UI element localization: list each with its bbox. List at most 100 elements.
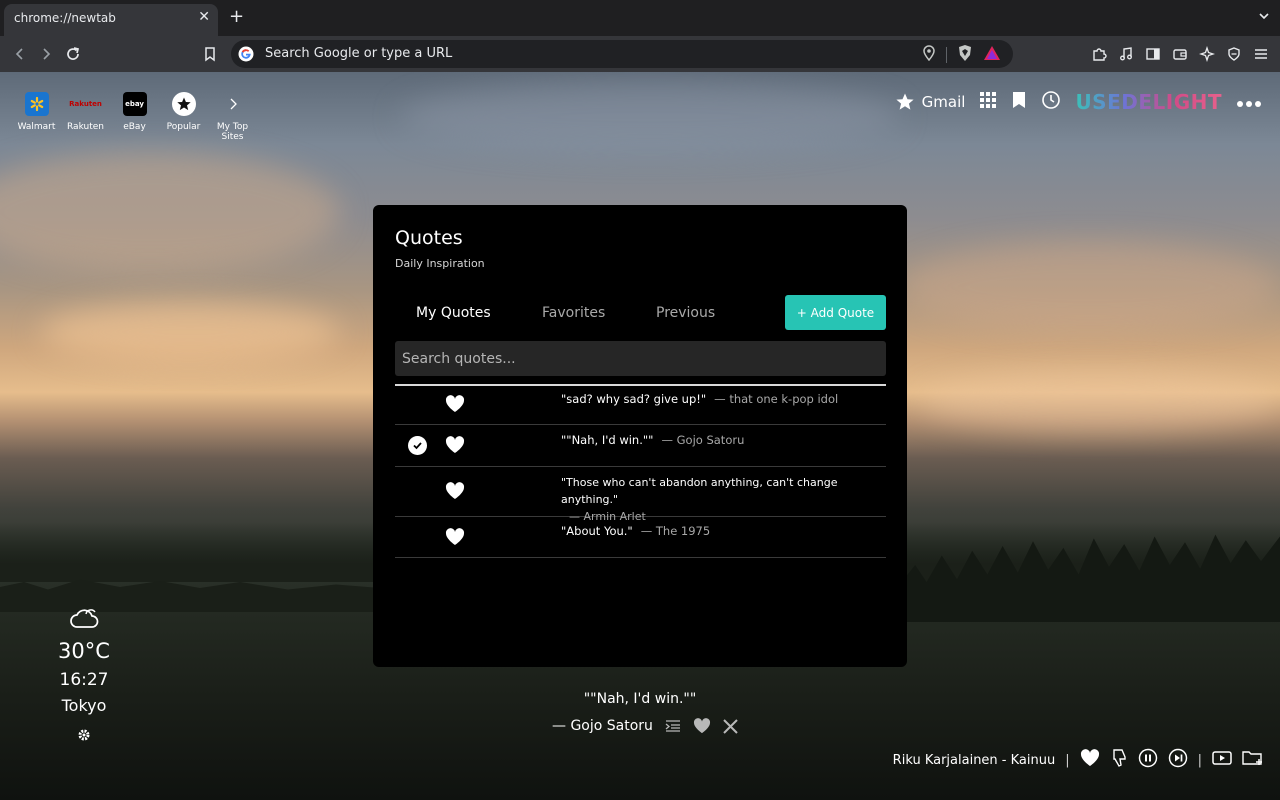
browser-tab[interactable]: chrome://newtab ✕ bbox=[4, 4, 218, 36]
heart-icon[interactable] bbox=[445, 395, 465, 413]
weather-temperature: 30°C bbox=[58, 639, 110, 663]
top-site-rakuten[interactable]: Rakuten Rakuten bbox=[61, 92, 110, 142]
top-right-nav: Gmail USEDELIGHT bbox=[895, 90, 1262, 114]
quote-row[interactable]: "About You." — The 1975 bbox=[395, 517, 886, 558]
weather-city: Tokyo bbox=[61, 696, 107, 715]
heart-icon[interactable] bbox=[1080, 749, 1100, 771]
new-tab-page: Walmart Rakuten Rakuten ebay eBay Popula… bbox=[0, 72, 1280, 800]
check-icon[interactable] bbox=[408, 436, 427, 455]
tab-strip: chrome://newtab ✕ + bbox=[0, 0, 1280, 36]
gmail-label: Gmail bbox=[921, 93, 966, 111]
quote-text: "About You." — The 1975 bbox=[561, 523, 879, 540]
star-icon bbox=[171, 92, 196, 116]
track-title: Riku Karjalainen - Kainuu bbox=[892, 752, 1056, 768]
quote-text: ""Nah, I'd win."" — Gojo Satoru bbox=[561, 432, 879, 449]
bookmarks-icon[interactable] bbox=[1011, 91, 1027, 113]
top-site-more[interactable]: My Top Sites bbox=[208, 92, 257, 142]
top-site-label: Rakuten bbox=[67, 122, 104, 132]
pause-icon[interactable] bbox=[1138, 748, 1158, 772]
top-site-label: Walmart bbox=[17, 122, 56, 132]
gmail-link[interactable]: Gmail bbox=[895, 92, 966, 112]
divider: | bbox=[1197, 752, 1202, 768]
divider: | bbox=[1065, 752, 1070, 768]
location-icon[interactable] bbox=[922, 45, 936, 65]
quotes-tabs: My Quotes Favorites Previous + Add Quote bbox=[395, 295, 886, 331]
search-quotes-input[interactable]: Search quotes... bbox=[395, 341, 886, 376]
video-play-icon[interactable] bbox=[1212, 750, 1232, 770]
background-cloud bbox=[0, 152, 340, 272]
background-cloud bbox=[900, 242, 1280, 332]
quote-text: "sad? why sad? give up!" — that one k-pop… bbox=[561, 391, 879, 408]
back-button[interactable] bbox=[8, 42, 32, 66]
heart-icon[interactable] bbox=[445, 528, 465, 546]
star-icon bbox=[896, 93, 914, 110]
tab-favorites[interactable]: Favorites bbox=[542, 295, 605, 331]
current-quote-footer: — Gojo Satoru bbox=[552, 718, 738, 734]
top-sites: Walmart Rakuten Rakuten ebay eBay Popula… bbox=[12, 92, 257, 142]
brave-shield-icon[interactable] bbox=[957, 44, 973, 66]
reload-button[interactable] bbox=[61, 42, 85, 66]
top-site-popular[interactable]: Popular bbox=[159, 92, 208, 142]
add-quote-button[interactable]: + Add Quote bbox=[785, 295, 886, 330]
cloud-icon bbox=[70, 609, 99, 628]
quotes-panel: Quotes Daily Inspiration My Quotes Favor… bbox=[373, 205, 907, 667]
tab-my-quotes[interactable]: My Quotes bbox=[416, 295, 491, 331]
quote-row[interactable]: "sad? why sad? give up!" — that one k-pop… bbox=[395, 386, 886, 425]
vpn-shield-icon[interactable] bbox=[1224, 44, 1243, 64]
extensions-puzzle-icon[interactable] bbox=[1089, 44, 1108, 64]
browser-toolbar: Search Google or type a URL bbox=[0, 36, 1280, 72]
brave-rewards-icon[interactable] bbox=[983, 45, 1001, 65]
bookmark-page-button[interactable] bbox=[198, 42, 222, 66]
x-share-icon[interactable] bbox=[723, 718, 738, 734]
heart-icon[interactable] bbox=[693, 718, 711, 734]
quote-row[interactable]: ""Nah, I'd win."" — Gojo Satoru bbox=[395, 425, 886, 467]
music-note-icon[interactable] bbox=[1116, 44, 1135, 64]
music-player: Riku Karjalainen - Kainuu | | bbox=[893, 748, 1264, 772]
heart-icon[interactable] bbox=[445, 436, 465, 454]
tab-title: chrome://newtab bbox=[14, 11, 116, 25]
quote-row[interactable]: "Those who can't abandon anything, can't… bbox=[395, 467, 886, 523]
background-cloud bbox=[40, 302, 340, 362]
heart-icon[interactable] bbox=[445, 482, 465, 500]
weather-widget[interactable]: 30°C 16:27 Tokyo bbox=[42, 606, 126, 746]
quote-body: "Those who can't abandon anything, can't… bbox=[561, 476, 838, 506]
tab-search-chevron-icon[interactable] bbox=[1258, 7, 1270, 26]
top-site-walmart[interactable]: Walmart bbox=[12, 92, 61, 142]
more-options-icon[interactable] bbox=[1236, 93, 1262, 112]
ebay-icon: ebay bbox=[122, 92, 147, 116]
thumbs-down-icon[interactable] bbox=[1110, 748, 1128, 772]
history-icon[interactable] bbox=[1041, 90, 1061, 114]
quote-list: "sad? why sad? give up!" — that one k-pop… bbox=[395, 386, 886, 558]
new-tab-button[interactable]: + bbox=[229, 6, 244, 27]
menu-icon[interactable] bbox=[1251, 44, 1270, 64]
background-cloud bbox=[920, 372, 1280, 432]
next-track-icon[interactable] bbox=[1168, 748, 1188, 772]
rakuten-icon: Rakuten bbox=[69, 100, 102, 108]
add-folder-icon[interactable] bbox=[1242, 749, 1264, 771]
top-site-label: Popular bbox=[166, 122, 201, 132]
sidebar-toggle-icon[interactable] bbox=[1143, 44, 1162, 64]
quote-body: "sad? why sad? give up!" bbox=[561, 392, 707, 406]
wallet-icon[interactable] bbox=[1170, 44, 1189, 64]
address-bar[interactable]: Search Google or type a URL bbox=[231, 40, 1013, 68]
leo-ai-icon[interactable] bbox=[1197, 44, 1216, 64]
forward-button[interactable] bbox=[34, 42, 58, 66]
extension-icons bbox=[1089, 44, 1270, 64]
panel-subtitle: Daily Inspiration bbox=[395, 257, 485, 270]
walmart-icon bbox=[24, 92, 49, 116]
quote-author: — The 1975 bbox=[640, 524, 711, 538]
panel-title: Quotes bbox=[395, 227, 463, 249]
quote-author: — that one k-pop idol bbox=[714, 392, 839, 406]
top-site-ebay[interactable]: ebay eBay bbox=[110, 92, 159, 142]
close-tab-icon[interactable]: ✕ bbox=[198, 9, 210, 25]
quote-author: — Gojo Satoru bbox=[661, 433, 745, 447]
background-cloud bbox=[400, 82, 900, 152]
tab-previous[interactable]: Previous bbox=[656, 295, 715, 331]
quote-list-icon[interactable] bbox=[665, 719, 681, 733]
apps-grid-icon[interactable] bbox=[979, 91, 997, 113]
address-bar-placeholder: Search Google or type a URL bbox=[265, 46, 453, 61]
usedelight-logo[interactable]: USEDELIGHT bbox=[1075, 90, 1222, 114]
gear-icon[interactable] bbox=[77, 727, 91, 746]
top-site-label: eBay bbox=[123, 122, 146, 132]
clock-time: 16:27 bbox=[59, 670, 109, 690]
